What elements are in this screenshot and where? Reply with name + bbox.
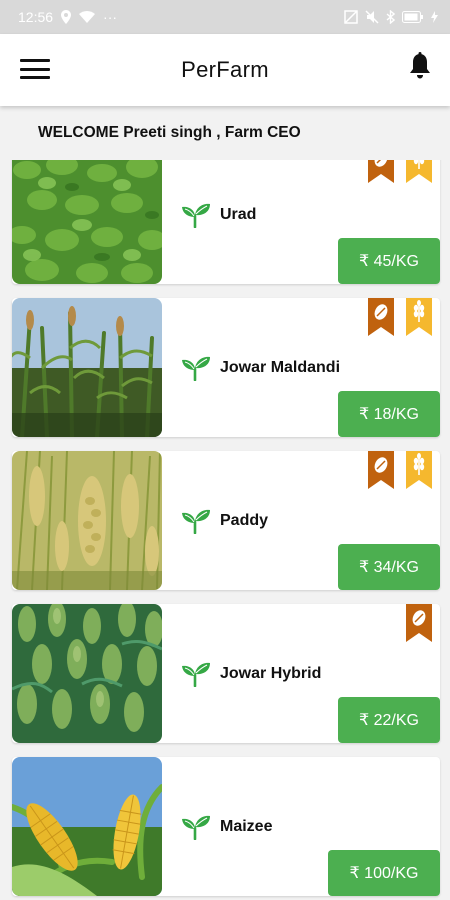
crop-image-urad — [12, 160, 162, 284]
crop-list[interactable]: Urad ₹ 45/KG Jowar Maldandi ₹ 18/KG Padd… — [0, 160, 450, 900]
signal-off-icon — [344, 10, 358, 24]
notification-bell-icon[interactable] — [408, 52, 432, 80]
crop-name: Maizee — [220, 817, 273, 835]
sprout-icon — [180, 202, 212, 228]
price-button[interactable]: ₹ 45/KG — [338, 238, 440, 284]
status-time: 12:56 — [18, 9, 54, 25]
crop-image-jowar-hybrid — [12, 604, 162, 743]
status-more-dots: ··· — [103, 9, 118, 25]
crop-name: Jowar Hybrid — [220, 664, 322, 682]
crop-name-row: Jowar Hybrid — [180, 661, 321, 687]
sprout-icon — [180, 508, 212, 534]
crop-name: Urad — [220, 205, 257, 223]
menu-icon[interactable] — [20, 56, 50, 82]
sprout-icon — [180, 814, 212, 840]
wheat-ribbon-icon — [406, 298, 432, 336]
crop-name-row: Jowar Maldandi — [180, 355, 340, 381]
crop-card-maizee[interactable]: Maizee ₹ 100/KG — [12, 757, 440, 896]
crop-badges — [368, 451, 432, 489]
seed-ribbon-icon — [368, 451, 394, 489]
price-button[interactable]: ₹ 22/KG — [338, 697, 440, 743]
wheat-ribbon-icon — [406, 160, 432, 183]
battery-icon — [402, 11, 424, 23]
wheat-ribbon-icon — [406, 451, 432, 489]
welcome-message: WELCOME Preeti singh , Farm CEO — [38, 124, 301, 141]
mute-icon — [365, 10, 379, 24]
price-button[interactable]: ₹ 18/KG — [338, 391, 440, 437]
crop-name-row: Maizee — [180, 814, 272, 840]
seed-ribbon-icon — [368, 298, 394, 336]
price-button[interactable]: ₹ 34/KG — [338, 544, 440, 590]
seed-ribbon-icon — [406, 604, 432, 642]
crop-name-row: Urad — [180, 202, 256, 228]
crop-image-paddy — [12, 451, 162, 590]
bluetooth-icon — [386, 10, 395, 24]
charging-icon — [431, 11, 438, 23]
app-title: PerFarm — [181, 57, 269, 82]
crop-badges — [368, 298, 432, 336]
crop-card-paddy[interactable]: Paddy ₹ 34/KG — [12, 451, 440, 590]
wifi-icon — [79, 11, 96, 23]
crop-card-jowar-maldandi[interactable]: Jowar Maldandi ₹ 18/KG — [12, 298, 440, 437]
crop-card-urad[interactable]: Urad ₹ 45/KG — [12, 160, 440, 284]
seed-ribbon-icon — [368, 160, 394, 183]
sprout-icon — [180, 355, 212, 381]
location-icon — [61, 10, 72, 24]
crop-card-jowar-hybrid[interactable]: Jowar Hybrid ₹ 22/KG — [12, 604, 440, 743]
crop-name: Jowar Maldandi — [220, 358, 341, 376]
price-button[interactable]: ₹ 100/KG — [328, 850, 440, 896]
status-bar: 12:56 ··· — [0, 0, 450, 34]
crop-image-jowar-maldandi — [12, 298, 162, 437]
crop-name-row: Paddy — [180, 508, 268, 534]
crop-image-maizee — [12, 757, 162, 896]
crop-badges — [406, 604, 432, 642]
crop-badges — [368, 160, 432, 183]
sprout-icon — [180, 661, 212, 687]
crop-name: Paddy — [220, 511, 269, 529]
app-bar: PerFarm — [0, 34, 450, 106]
